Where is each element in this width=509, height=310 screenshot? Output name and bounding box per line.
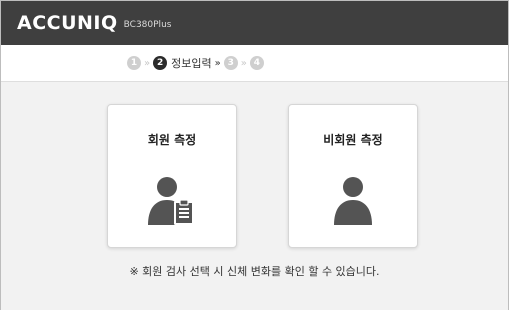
step-separator: » (240, 57, 247, 69)
step-4-indicator: 4 (249, 56, 264, 70)
step-indicator: 1 » 2 정보입력 » 3 » 4 (1, 45, 508, 81)
step-2-label: 정보입력 (171, 57, 212, 70)
info-note: ※ 회원 검사 선택 시 신체 변화를 확인 할 수 있습니다. (129, 265, 380, 278)
brand-logo: ACCUNIQ (17, 12, 118, 34)
selection-panel: 회원 측정 비회원 측정 ※ 회원 검사 선택 시 신체 변화를 확인 할 수 … (1, 81, 508, 310)
step-2-indicator: 2 (153, 56, 168, 70)
step-separator: » (144, 57, 151, 69)
member-measure-button[interactable]: 회원 측정 (107, 104, 237, 248)
non-member-measure-button[interactable]: 비회원 측정 (288, 104, 418, 248)
app-window: ACCUNIQ BC380Plus 1 » 2 정보입력 » 3 » 4 회원 … (0, 0, 509, 310)
person-icon (334, 177, 372, 225)
step-separator: » (214, 57, 221, 69)
step-3-indicator: 3 (223, 56, 238, 70)
member-measure-title: 회원 측정 (147, 133, 197, 147)
app-header: ACCUNIQ BC380Plus (1, 1, 508, 45)
step-1-indicator: 1 (127, 56, 141, 70)
member-clipboard-icon (148, 177, 194, 225)
non-member-measure-title: 비회원 측정 (323, 133, 383, 147)
model-name: BC380Plus (123, 20, 172, 30)
